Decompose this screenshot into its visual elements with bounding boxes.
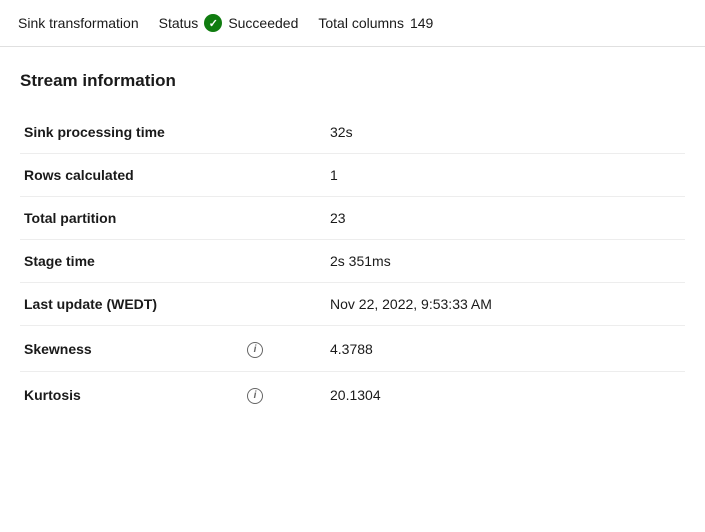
row-value: 1	[270, 154, 685, 197]
row-value: 2s 351ms	[270, 240, 685, 283]
table-row: Skewness i 4.3788	[20, 326, 685, 372]
sink-transformation-label: Sink transformation	[18, 15, 139, 31]
info-icon[interactable]: i	[247, 342, 263, 358]
row-icon-cell	[240, 111, 270, 154]
row-label: Kurtosis	[20, 372, 240, 418]
table-row: Stage time 2s 351ms	[20, 240, 685, 283]
row-value: 32s	[270, 111, 685, 154]
total-columns-label: Total columns	[318, 15, 404, 31]
row-icon-cell	[240, 154, 270, 197]
status-success-icon	[204, 14, 222, 32]
row-icon-cell: i	[240, 372, 270, 418]
table-row: Sink processing time 32s	[20, 111, 685, 154]
main-content: Stream information Sink processing time 3…	[0, 47, 705, 441]
row-value: 20.1304	[270, 372, 685, 418]
row-icon-cell	[240, 240, 270, 283]
row-label: Rows calculated	[20, 154, 240, 197]
row-label: Stage time	[20, 240, 240, 283]
row-label: Last update (WEDT)	[20, 283, 240, 326]
table-row: Rows calculated 1	[20, 154, 685, 197]
row-label: Total partition	[20, 197, 240, 240]
row-value: 4.3788	[270, 326, 685, 372]
table-row: Kurtosis i 20.1304	[20, 372, 685, 418]
stream-info-title: Stream information	[20, 71, 685, 91]
row-icon-cell	[240, 283, 270, 326]
table-row: Last update (WEDT) Nov 22, 2022, 9:53:33 …	[20, 283, 685, 326]
row-value: Nov 22, 2022, 9:53:33 AM	[270, 283, 685, 326]
header-bar: Sink transformation Status Succeeded Tot…	[0, 0, 705, 47]
status-label: Status	[159, 15, 199, 31]
total-columns-value: 149	[410, 15, 433, 31]
sink-transformation-item: Sink transformation	[18, 15, 139, 31]
row-icon-cell: i	[240, 326, 270, 372]
status-item: Status Succeeded	[159, 14, 299, 32]
info-icon[interactable]: i	[247, 388, 263, 404]
total-columns-item: Total columns 149	[318, 15, 433, 31]
row-value: 23	[270, 197, 685, 240]
status-value: Succeeded	[228, 15, 298, 31]
row-icon-cell	[240, 197, 270, 240]
row-label: Sink processing time	[20, 111, 240, 154]
stream-info-table: Sink processing time 32s Rows calculated 1T…	[20, 111, 685, 417]
table-row: Total partition 23	[20, 197, 685, 240]
row-label: Skewness	[20, 326, 240, 372]
